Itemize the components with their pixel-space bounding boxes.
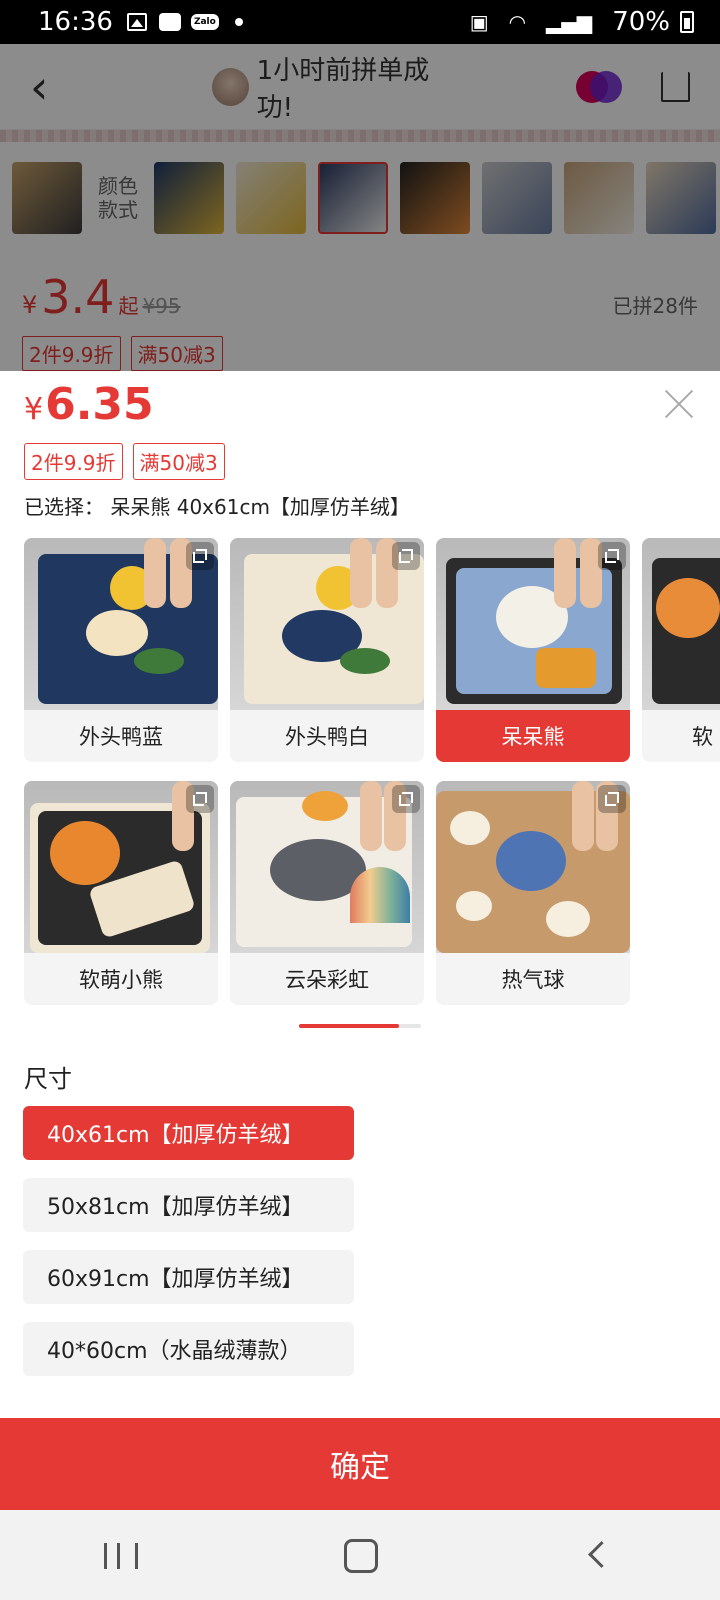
size-section-title: 尺寸 (24, 1065, 72, 1093)
recent-apps-icon[interactable] (80, 1525, 160, 1585)
variant-option[interactable]: 热气球 (436, 781, 630, 1005)
variant-option[interactable]: 软萌小熊 (24, 781, 218, 1005)
selected-summary: 已选择： 呆呆熊 40x61cm【加厚仿羊绒】 (24, 495, 410, 519)
wifi-icon: ◠ (508, 10, 527, 34)
sku-selection-sheet: ¥ 6.35 2件9.9折 满50减3 已选择： 呆呆熊 40x61cm【加厚仿… (0, 371, 720, 1418)
promo-tags: 2件9.9折 满50减3 (24, 443, 225, 480)
variant-label: 云朵彩虹 (285, 968, 369, 992)
message-notification-icon (158, 13, 181, 31)
variant-image (24, 538, 218, 710)
variant-scroll-indicator (299, 1024, 421, 1028)
expand-icon[interactable] (186, 785, 214, 813)
signal-icon: ▂▄▆ (546, 10, 593, 34)
gallery-notification-icon (126, 13, 147, 31)
variant-image (24, 781, 218, 953)
system-navigation-bar (0, 1510, 720, 1600)
expand-icon[interactable] (392, 785, 420, 813)
modal-overlay[interactable] (0, 44, 720, 371)
promo-tag-discount: 2件9.9折 (24, 443, 123, 480)
variant-image (230, 538, 424, 710)
variant-image (230, 781, 424, 953)
expand-icon[interactable] (186, 542, 214, 570)
expand-icon[interactable] (598, 785, 626, 813)
more-notifications-icon (234, 18, 243, 26)
promo-tag-coupon: 满50减3 (132, 443, 225, 480)
status-time: 16:36 (38, 7, 113, 37)
variant-grid: 外头鸭蓝 外头鸭白 呆呆熊 软 软萌小熊 云朵彩虹 热气球 (24, 538, 720, 1008)
status-bar: 16:36 Zalo ▣ ◠ ▂▄▆ 70% (0, 0, 720, 44)
size-option[interactable]: 60x91cm【加厚仿羊绒】 (23, 1250, 354, 1304)
variant-image (642, 538, 720, 710)
variant-option[interactable]: 外头鸭蓝 (24, 538, 218, 762)
variant-label: 外头鸭蓝 (79, 725, 163, 749)
home-icon[interactable] (320, 1525, 400, 1585)
variant-image (436, 781, 630, 953)
expand-icon[interactable] (598, 542, 626, 570)
variant-image (436, 538, 630, 710)
battery-saver-icon: ▣ (469, 10, 489, 34)
sheet-price: ¥ 6.35 (24, 379, 154, 430)
variant-option[interactable]: 云朵彩虹 (230, 781, 424, 1005)
variant-label: 软 (692, 725, 713, 749)
status-right: ▣ ◠ ▂▄▆ 70% (470, 7, 694, 37)
size-option-selected[interactable]: 40x61cm【加厚仿羊绒】 (23, 1106, 354, 1160)
variant-label: 软萌小熊 (79, 968, 163, 992)
variant-label: 外头鸭白 (285, 725, 369, 749)
variant-label: 热气球 (501, 968, 565, 992)
variant-option[interactable]: 外头鸭白 (230, 538, 424, 762)
currency: ¥ (24, 392, 44, 427)
zalo-notification-icon: Zalo (190, 14, 219, 30)
variant-option-partial[interactable]: 软 (642, 538, 720, 762)
close-icon[interactable] (662, 387, 696, 421)
scroll-thumb (299, 1024, 399, 1028)
battery-percent: 70% (612, 7, 670, 37)
size-option[interactable]: 50x81cm【加厚仿羊绒】 (23, 1178, 354, 1232)
variant-label: 呆呆熊 (436, 710, 630, 762)
battery-icon (680, 11, 694, 33)
confirm-button[interactable]: 确定 (0, 1418, 720, 1510)
selected-price: 6.35 (45, 379, 154, 430)
expand-icon[interactable] (392, 542, 420, 570)
back-icon[interactable] (560, 1525, 640, 1585)
variant-option-selected[interactable]: 呆呆熊 (436, 538, 630, 762)
size-option[interactable]: 40*60cm（水晶绒薄款） (23, 1322, 354, 1376)
